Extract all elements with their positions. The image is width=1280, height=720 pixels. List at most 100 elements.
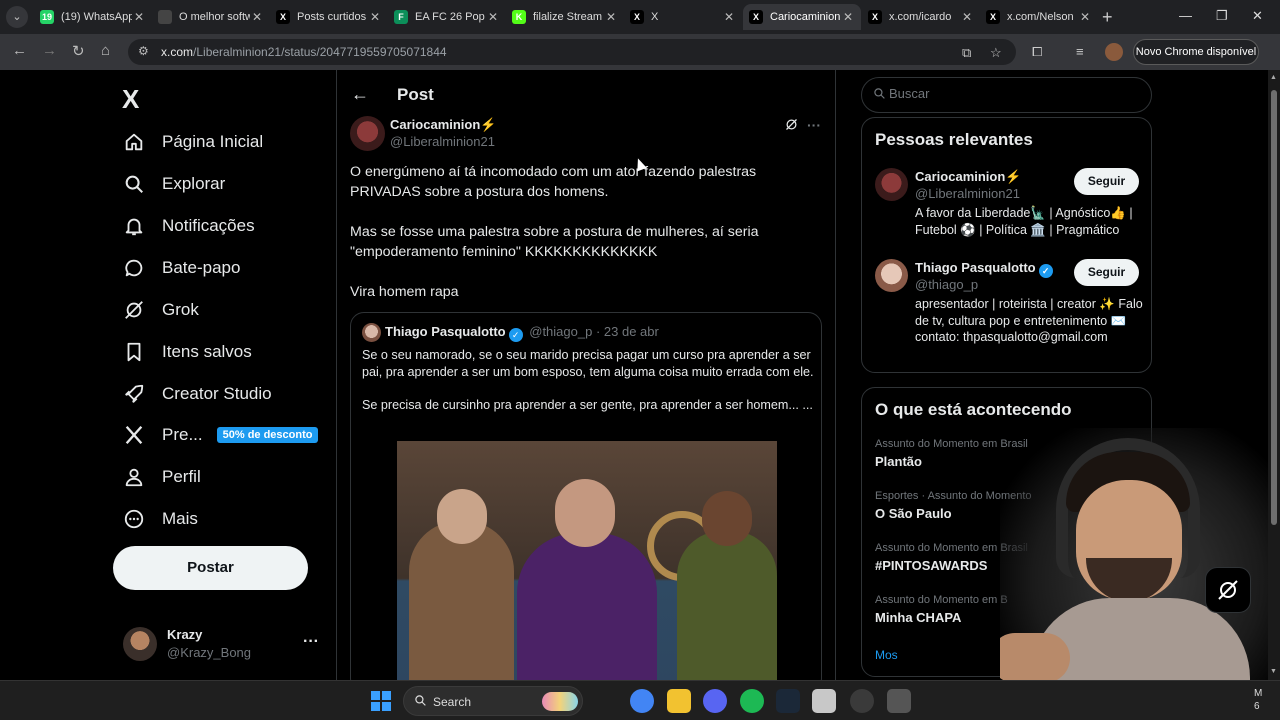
browser-tab[interactable]: 19 (19) WhatsApp ✕ — [34, 4, 152, 30]
post-column: ← Post Cariocaminion⚡ @Liberalminion21 ·… — [336, 70, 836, 680]
browser-tab[interactable]: Kfilalize Stream ✕ — [506, 4, 624, 30]
sidebar-item-bell[interactable]: Notificações — [122, 211, 255, 241]
install-app-icon[interactable]: ⧉ — [962, 45, 971, 61]
steam-icon[interactable] — [776, 689, 800, 713]
url-text[interactable]: x.com/Liberalminion21/status/20477195597… — [161, 45, 447, 59]
app-icon[interactable] — [812, 689, 836, 713]
tab-close-icon[interactable]: ✕ — [486, 10, 500, 24]
x-logo-icon[interactable]: X — [122, 84, 139, 115]
scroll-up-icon[interactable]: ▲ — [1270, 74, 1277, 81]
account-name[interactable]: Krazy — [167, 627, 202, 642]
tab-close-icon[interactable]: ✕ — [722, 10, 736, 24]
discount-badge[interactable]: 50% de desconto — [216, 427, 319, 443]
person-name[interactable]: Thiago Pasqualotto ✓ — [915, 260, 1056, 278]
site-info-icon[interactable]: ⚙ — [138, 44, 149, 58]
rocket-icon — [122, 382, 146, 406]
search-box[interactable] — [861, 77, 1152, 113]
tab-title: x.com/Nelson — [1007, 11, 1074, 23]
sidebar-item-person[interactable]: Perfil — [122, 462, 201, 492]
author-avatar[interactable] — [350, 116, 385, 151]
close-window-icon[interactable]: ✕ — [1252, 8, 1263, 24]
browser-toolbar: ← → ↻ ⌂ ⚙ x.com/Liberalminion21/status/2… — [0, 34, 1280, 70]
person-avatar[interactable] — [875, 168, 908, 201]
browser-tab-strip: ⌄ 19(19) WhatsApp✕O melhor software✕XPos… — [0, 0, 1280, 34]
home-page-icon[interactable]: ⌂ — [101, 42, 110, 59]
person-handle: @thiago_p — [915, 277, 979, 292]
back-icon[interactable]: ← — [12, 42, 27, 59]
discord-icon[interactable] — [703, 689, 727, 713]
chat-icon — [122, 256, 146, 280]
sidebar-item-more-circle[interactable]: Mais — [122, 504, 198, 534]
quoted-post[interactable]: Thiago Pasqualotto ✓ @thiago_p · 23 de ab… — [350, 312, 822, 680]
tab-close-icon[interactable]: ✕ — [960, 10, 974, 24]
tab-search-chevron-icon[interactable]: ⌄ — [6, 6, 28, 28]
follow-button[interactable]: Seguir — [1074, 168, 1139, 195]
new-tab-plus-icon[interactable]: + — [1102, 7, 1113, 28]
chrome-update-button[interactable]: Novo Chrome disponível — [1133, 39, 1259, 65]
scrollbar-thumb[interactable] — [1271, 90, 1277, 525]
minimize-icon[interactable]: — — [1179, 8, 1192, 23]
account-more-icon[interactable]: ··· — [303, 633, 319, 651]
profile-avatar[interactable] — [1105, 43, 1123, 61]
verified-badge-icon: ✓ — [508, 328, 523, 342]
chrome-icon[interactable] — [630, 689, 654, 713]
account-avatar[interactable] — [123, 627, 157, 661]
search-input[interactable] — [889, 86, 1129, 101]
browser-tab[interactable]: Xx.com/Nelson ✕ — [980, 4, 1098, 30]
sidebar-item-grok[interactable]: Grok — [122, 295, 199, 325]
windows-start-icon[interactable] — [371, 691, 391, 711]
app-icon[interactable] — [887, 689, 911, 713]
media-controls-icon[interactable]: ≡ — [1076, 44, 1084, 59]
bookmark-star-icon[interactable]: ☆ — [990, 45, 1002, 61]
follow-button[interactable]: Seguir — [1074, 259, 1139, 286]
show-more-link[interactable]: Mos — [875, 648, 898, 662]
post-text: O energúmeno aí tá incomodado com um ato… — [350, 162, 820, 322]
browser-tab[interactable]: Xx.com/icardo ✕ — [862, 4, 980, 30]
restore-icon[interactable]: ❐ — [1216, 8, 1228, 24]
tab-close-icon[interactable]: ✕ — [132, 10, 146, 24]
extensions-icon[interactable]: ⧠ — [1032, 44, 1042, 60]
x-icon: X — [868, 10, 882, 24]
file-explorer-icon[interactable] — [667, 689, 691, 713]
reload-icon[interactable]: ↻ — [72, 42, 85, 60]
tab-close-icon[interactable]: ✕ — [1078, 10, 1092, 24]
post-button[interactable]: Postar — [113, 546, 308, 590]
browser-tab[interactable]: X X ✕ — [624, 4, 742, 30]
grok-explain-icon[interactable] — [784, 117, 799, 137]
quote-video-thumbnail[interactable] — [397, 441, 777, 680]
person-name[interactable]: Cariocaminion⚡ — [915, 169, 1021, 185]
tab-close-icon[interactable]: ✕ — [250, 10, 264, 24]
post-more-icon[interactable]: ··· — [807, 117, 821, 133]
sidebar-item-home[interactable]: Página Inicial — [122, 127, 263, 157]
browser-tab[interactable]: X Posts curtidos ✕ — [270, 4, 388, 30]
taskbar-clock[interactable]: M6 — [1254, 687, 1262, 713]
sidebar-item-bookmark[interactable]: Itens salvos — [122, 337, 252, 367]
post-paragraph: Vira homem rapa — [350, 284, 459, 300]
person-avatar[interactable] — [875, 259, 908, 292]
search-icon — [122, 172, 146, 196]
account-handle[interactable]: @Krazy_Bong — [167, 645, 251, 660]
sidebar-item-chat[interactable]: Bate-papo — [122, 253, 240, 283]
address-bar[interactable]: ⚙ x.com/Liberalminion21/status/204771955… — [128, 39, 1016, 65]
browser-tab[interactable]: F EA FC 26 Pop ✕ — [388, 4, 506, 30]
forward-icon[interactable]: → — [42, 42, 57, 59]
sidebar-item-rocket[interactable]: Creator Studio — [122, 379, 272, 409]
grok-floating-button[interactable] — [1205, 567, 1251, 613]
tab-close-icon[interactable]: ✕ — [368, 10, 382, 24]
taskbar-search[interactable]: Search — [403, 686, 583, 716]
browser-tab[interactable]: X Cariocaminion ✕ — [743, 4, 861, 30]
tab-close-icon[interactable]: ✕ — [604, 10, 618, 24]
scroll-down-icon[interactable]: ▼ — [1270, 668, 1277, 675]
sidebar-item-label: Bate-papo — [162, 258, 241, 277]
obs-icon[interactable] — [850, 689, 874, 713]
spotify-icon[interactable] — [740, 689, 764, 713]
quote-date: 23 de abr — [603, 324, 659, 339]
sidebar-item-x-premium[interactable]: Pre... 50% de desconto — [122, 420, 319, 450]
back-arrow-icon[interactable]: ← — [351, 84, 369, 105]
sidebar-item-search[interactable]: Explorar — [122, 169, 225, 199]
author-handle[interactable]: @Liberalminion21 — [390, 134, 495, 149]
browser-tab[interactable]: O melhor software✕ — [152, 4, 270, 30]
page-scrollbar[interactable]: ▲ ▼ — [1268, 70, 1280, 680]
tab-close-icon[interactable]: ✕ — [841, 10, 855, 24]
author-name[interactable]: Cariocaminion⚡ — [390, 117, 496, 133]
